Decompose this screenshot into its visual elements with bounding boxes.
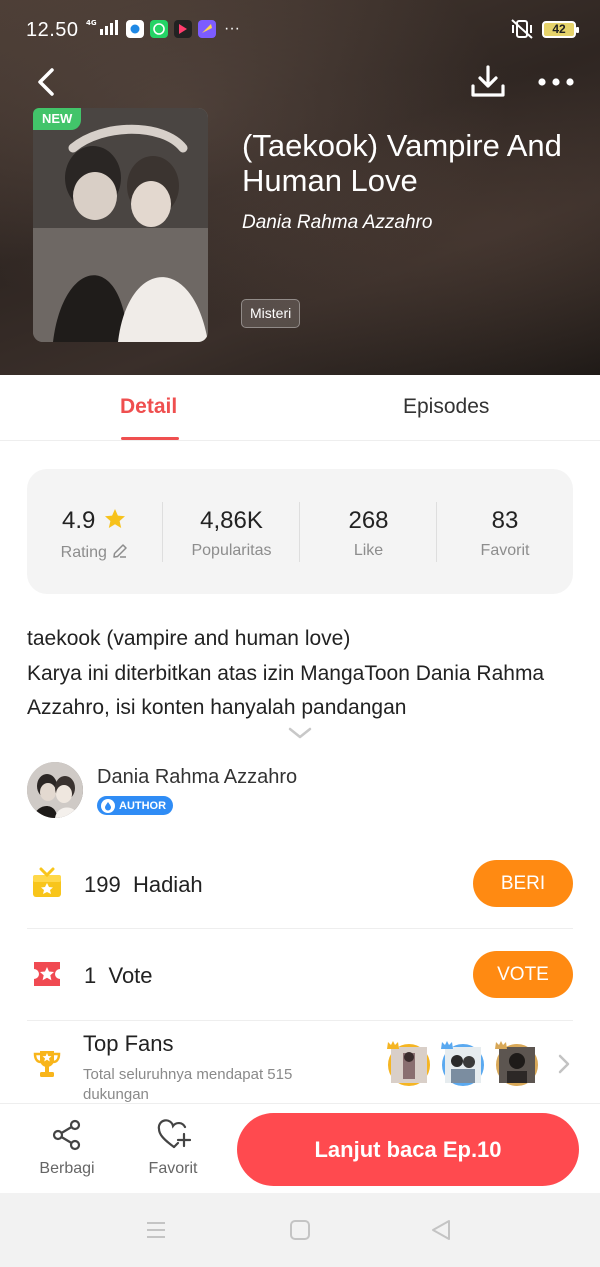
author-badge: AUTHOR — [97, 796, 174, 815]
author-avatar[interactable] — [27, 762, 83, 818]
notification-icons: ··· — [126, 20, 240, 38]
vote-button[interactable]: VOTE — [473, 951, 573, 998]
tab-bar: Detail Episodes — [0, 375, 600, 441]
vote-label: Vote — [108, 963, 153, 988]
top-fan-avatar[interactable] — [496, 1044, 538, 1086]
active-tab-indicator — [121, 437, 179, 440]
menu-icon[interactable] — [145, 1219, 167, 1241]
more-options-button[interactable] — [534, 64, 578, 100]
author-drop-icon — [101, 798, 115, 813]
stat-favorite: 83 Favorit — [437, 469, 573, 594]
system-navigation-bar — [0, 1193, 600, 1267]
book-title: (Taekook) Vampire And Human Love — [242, 128, 562, 198]
signal-icon: 4G — [86, 18, 118, 39]
status-bar: 12.50 4G ··· 42 — [0, 0, 600, 60]
stat-like: 268 Like — [300, 469, 437, 594]
whatsapp-icon — [150, 20, 168, 38]
favorite-value: 83 — [491, 507, 519, 534]
chevron-left-icon — [38, 68, 54, 96]
like-value: 268 — [348, 507, 389, 534]
popularity-label: Popularitas — [191, 542, 272, 559]
more-horizontal-icon — [538, 78, 574, 86]
top-fan-avatar[interactable] — [388, 1044, 430, 1086]
continue-reading-button[interactable]: Lanjut baca Ep.10 — [237, 1113, 579, 1186]
more-notifications-icon: ··· — [224, 20, 240, 37]
description-line: taekook (vampire and human love) — [27, 627, 351, 650]
tab-episodes[interactable]: Episodes — [403, 395, 489, 419]
author-name[interactable]: Dania Rahma Azzahro — [97, 766, 297, 789]
rating-value: 4.9 — [61, 507, 96, 534]
favorite-label: Favorit — [480, 542, 530, 559]
share-icon — [52, 1119, 81, 1151]
app-notification-icon — [126, 20, 144, 38]
app-notification-icon — [174, 20, 192, 38]
cover-image — [33, 108, 208, 342]
stats-card: 4.9 Rating 4,86K Popularitas 268 Like 83… — [27, 469, 573, 594]
author-badge-label: AUTHOR — [119, 799, 167, 812]
book-cover[interactable] — [33, 108, 208, 342]
app-notification-icon — [198, 20, 216, 38]
back-triangle-icon[interactable] — [430, 1219, 452, 1241]
back-button[interactable] — [30, 62, 66, 102]
gift-label: Hadiah — [132, 872, 203, 897]
star-icon — [105, 509, 126, 528]
expand-description-button[interactable] — [287, 724, 313, 742]
description-line: Karya ini diterbitkan atas izin MangaToo… — [27, 661, 545, 720]
status-time: 12.50 — [26, 19, 79, 41]
gift-count-text: 199 Hadiah — [84, 872, 203, 898]
fan-avatar-image — [445, 1047, 481, 1083]
trophy-icon — [31, 1048, 63, 1080]
gift-count: 199 — [84, 872, 121, 897]
book-author[interactable]: Dania Rahma Azzahro — [242, 212, 432, 234]
like-label: Like — [353, 542, 384, 559]
divider — [27, 1020, 573, 1021]
heart-plus-icon — [157, 1119, 191, 1149]
download-icon — [471, 65, 505, 97]
silver-crown-icon — [441, 1041, 453, 1049]
download-button[interactable] — [468, 62, 508, 102]
divider — [27, 928, 573, 929]
gift-icon — [31, 867, 63, 899]
battery-icon: 42 — [542, 20, 579, 38]
gold-crown-icon — [387, 1041, 399, 1049]
top-fans-title[interactable]: Top Fans — [83, 1031, 174, 1057]
book-header: 12.50 4G ··· 42 NEW (Taekook) Vampire An… — [0, 0, 600, 375]
favorite-label: Favorit — [148, 1160, 198, 1177]
tab-detail[interactable]: Detail — [120, 395, 177, 419]
bronze-crown-icon — [495, 1041, 507, 1049]
home-icon[interactable] — [289, 1219, 311, 1241]
favorite-button[interactable]: Favorit — [128, 1104, 218, 1194]
vote-ticket-icon — [31, 958, 63, 990]
fan-avatar-image — [499, 1047, 535, 1083]
share-button[interactable]: Berbagi — [22, 1104, 112, 1194]
edit-icon — [113, 544, 128, 558]
popularity-value: 4,86K — [200, 507, 263, 534]
stat-rating[interactable]: 4.9 Rating — [27, 469, 163, 594]
fan-avatar-image — [391, 1047, 427, 1083]
top-fans-subtitle: Total seluruhnya mendapat 515 dukungan — [83, 1066, 293, 1103]
vote-count-text: 1 Vote — [84, 963, 153, 989]
vibrate-icon — [511, 19, 533, 39]
avatar-image — [27, 762, 83, 818]
chevron-right-icon[interactable] — [557, 1053, 571, 1075]
vote-count: 1 — [84, 963, 97, 988]
svg-text:4G: 4G — [86, 19, 97, 27]
chevron-down-icon — [288, 727, 312, 739]
genre-tag[interactable]: Misteri — [241, 299, 301, 328]
new-badge: NEW — [33, 108, 82, 130]
rating-label: Rating — [60, 544, 107, 561]
bottom-action-bar: Berbagi Favorit Lanjut baca Ep.10 — [0, 1103, 600, 1193]
stat-popularity: 4,86K Popularitas — [163, 469, 300, 594]
share-label: Berbagi — [39, 1160, 95, 1177]
give-gift-button[interactable]: BERI — [473, 860, 573, 907]
top-fan-avatar[interactable] — [442, 1044, 484, 1086]
book-description[interactable]: taekook (vampire and human love) Karya i… — [27, 622, 577, 726]
